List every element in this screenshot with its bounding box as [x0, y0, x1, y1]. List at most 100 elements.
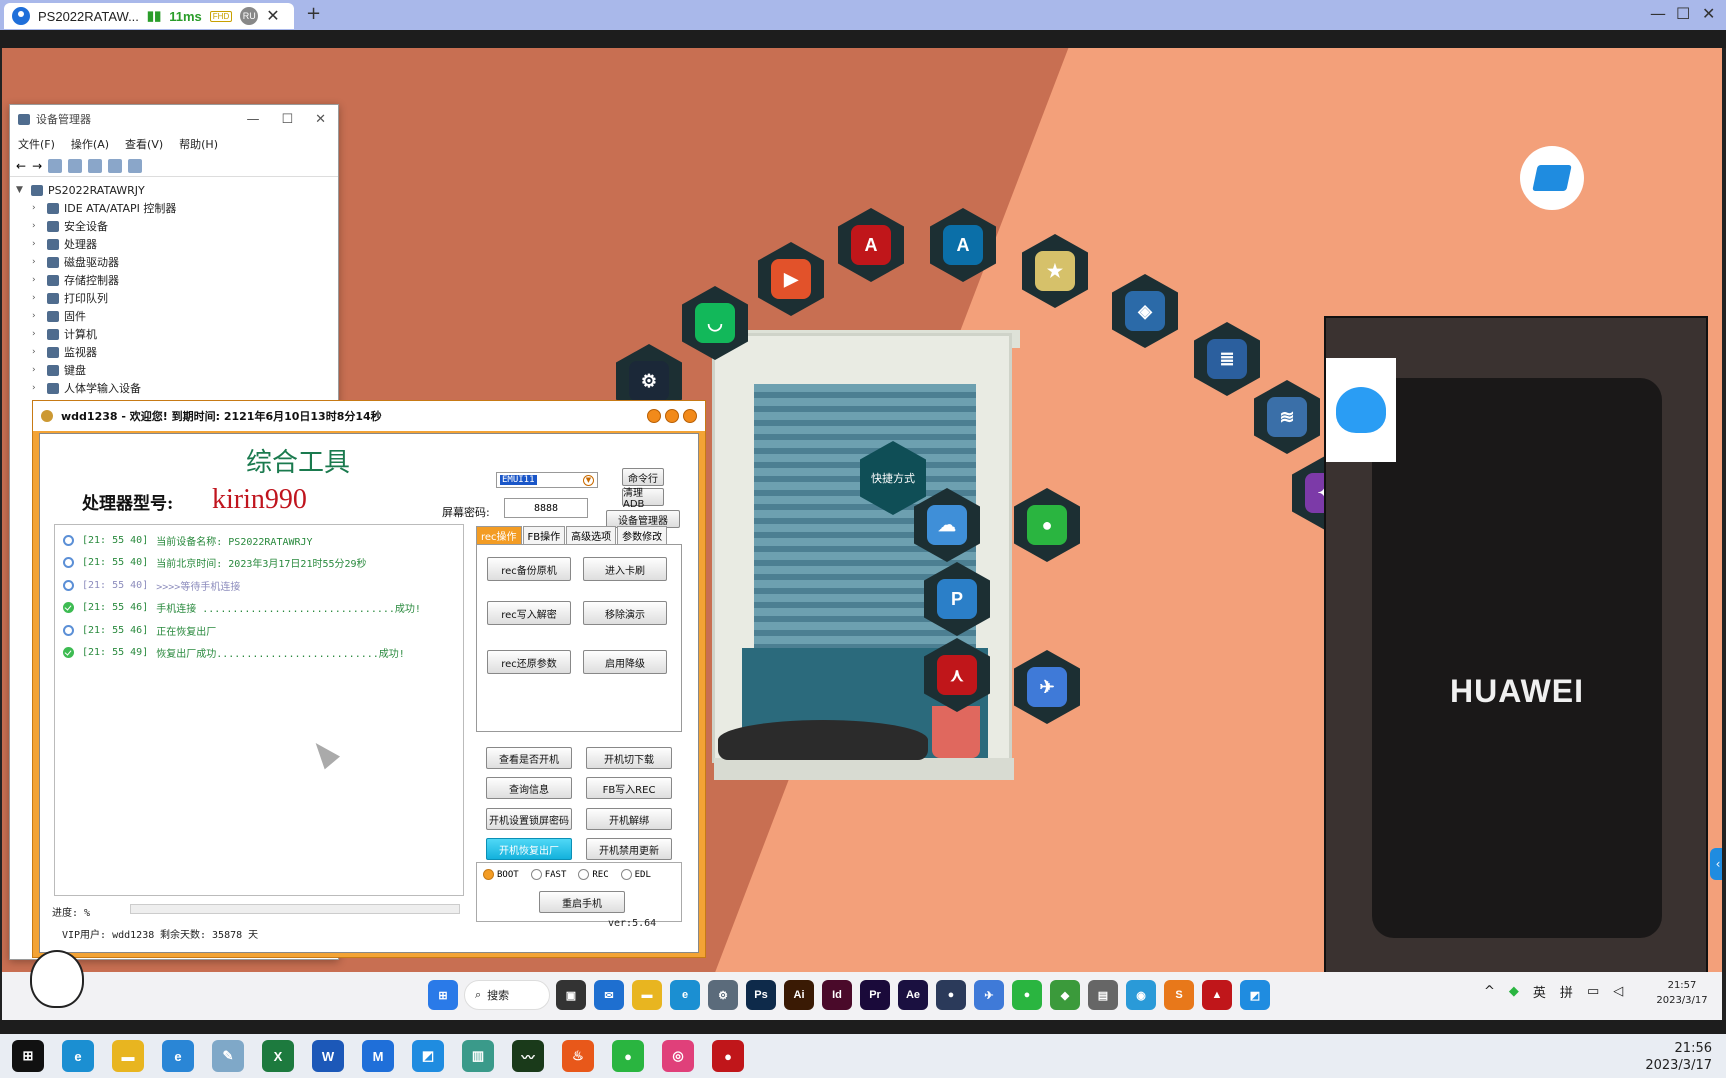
chevron-right-icon[interactable]: › — [32, 383, 42, 393]
file-explorer-icon[interactable]: ▬ — [632, 980, 662, 1010]
chevron-right-icon[interactable]: › — [32, 347, 42, 357]
sublime-icon[interactable]: S — [1164, 980, 1194, 1010]
disable-update-button[interactable]: 开机禁用更新 — [586, 838, 672, 860]
chevron-right-icon[interactable]: › — [32, 257, 42, 267]
chevron-right-icon[interactable]: › — [32, 311, 42, 321]
forward-icon[interactable]: → — [32, 159, 42, 173]
tree-item[interactable]: › 安全设备 — [16, 217, 338, 235]
fire-app-icon[interactable]: ♨ — [562, 1040, 594, 1072]
wechat-icon[interactable]: ● — [1012, 980, 1042, 1010]
meeting-icon[interactable]: M — [362, 1040, 394, 1072]
minimize-icon[interactable] — [647, 409, 661, 423]
todesk-logo[interactable] — [1520, 146, 1584, 210]
start-icon[interactable]: ⊞ — [428, 980, 458, 1010]
tree-item[interactable]: › 存储控制器 — [16, 271, 338, 289]
quality-badge[interactable]: FHD — [209, 10, 233, 22]
rec-backup-button[interactable]: rec备份原机 — [487, 557, 571, 581]
new-tab-icon[interactable]: + — [306, 3, 321, 24]
volume-icon[interactable]: ◁ — [1613, 984, 1623, 999]
monitor-icon[interactable] — [128, 158, 143, 173]
tool-app-icon[interactable]: ▲ — [1202, 980, 1232, 1010]
radio-edl[interactable]: EDL — [620, 869, 651, 880]
file-explorer-icon[interactable]: ▬ — [112, 1040, 144, 1072]
tab-params[interactable]: 参数修改 — [617, 526, 668, 544]
model-select[interactable]: EMUI11 ▼ — [496, 472, 598, 488]
barcode-app-icon[interactable]: ▥ — [462, 1040, 494, 1072]
maximize-icon[interactable] — [665, 409, 679, 423]
enter-flash-button[interactable]: 进入卡刷 — [583, 557, 667, 581]
set-lock-password-button[interactable]: 开机设置锁屏密码 — [486, 808, 572, 830]
client-tab[interactable]: PS2022RATAW... ▮▮ 11ms FHD RU ✕ — [4, 3, 294, 29]
green-app-icon[interactable]: ◆ — [1050, 980, 1080, 1010]
settings-icon[interactable]: ⚙ — [708, 980, 738, 1010]
maximize-icon[interactable]: ☐ — [281, 112, 293, 127]
back-icon[interactable]: ← — [16, 159, 26, 173]
premiere-icon[interactable]: Pr — [860, 980, 890, 1010]
ime-pinyin-label[interactable]: 拼 — [1560, 982, 1573, 1001]
record-icon[interactable]: ● — [712, 1040, 744, 1072]
fb-write-rec-button[interactable]: FB写入REC — [586, 777, 672, 799]
tab-rec[interactable]: rec操作 — [476, 526, 522, 544]
help-icon[interactable] — [68, 158, 83, 173]
close-window-icon[interactable]: ✕ — [1702, 4, 1715, 23]
chevron-right-icon[interactable]: › — [32, 239, 42, 249]
chevron-right-icon[interactable]: › — [32, 293, 42, 303]
mail-icon[interactable]: ✉ — [594, 980, 624, 1010]
tree-item[interactable]: › IDE ATA/ATAPI 控制器 — [16, 199, 338, 217]
factory-reset-button[interactable]: 开机恢复出厂 — [486, 838, 572, 860]
tree-item[interactable]: › 处理器 — [16, 235, 338, 253]
tray-expand-icon[interactable]: ^ — [1484, 984, 1495, 999]
side-panel-tab[interactable]: ‹ — [1710, 848, 1722, 880]
tree-root[interactable]: ▼ PS2022RATAWRJY — [16, 181, 338, 199]
tab-fb[interactable]: FB操作 — [522, 526, 566, 544]
enable-downgrade-button[interactable]: 启用降级 — [583, 650, 667, 674]
check-boot-button[interactable]: 查看是否开机 — [486, 747, 572, 769]
maximize-icon[interactable]: ☐ — [1676, 4, 1690, 23]
ie-icon[interactable]: e — [162, 1040, 194, 1072]
wechat-icon[interactable]: ● — [612, 1040, 644, 1072]
chevron-down-icon[interactable]: ▼ — [583, 474, 594, 486]
close-icon[interactable] — [683, 409, 697, 423]
rec-restore-params-button[interactable]: rec还原参数 — [487, 650, 571, 674]
menu-view[interactable]: 查看(V) — [125, 136, 163, 152]
chevron-right-icon[interactable]: › — [32, 275, 42, 285]
indesign-icon[interactable]: Id — [822, 980, 852, 1010]
unbind-button[interactable]: 开机解绑 — [586, 808, 672, 830]
start-icon[interactable]: ⊞ — [12, 1040, 44, 1072]
todesk-icon[interactable]: ◩ — [412, 1040, 444, 1072]
edge-icon[interactable]: e — [670, 980, 700, 1010]
close-tab-icon[interactable]: ✕ — [266, 6, 279, 26]
tree-item[interactable]: › 键盘 — [16, 361, 338, 379]
radio-rec[interactable]: REC — [578, 869, 609, 880]
pink-app-icon[interactable]: ◎ — [662, 1040, 694, 1072]
ime-english-label[interactable]: 英 — [1533, 982, 1546, 1001]
printer-app-icon[interactable]: ▤ — [1088, 980, 1118, 1010]
view-icon[interactable] — [88, 158, 103, 173]
tray-app-icon[interactable]: ◆ — [1509, 984, 1519, 999]
word-icon[interactable]: W — [312, 1040, 344, 1072]
after-effects-icon[interactable]: Ae — [898, 980, 928, 1010]
query-info-button[interactable]: 查询信息 — [486, 777, 572, 799]
task-view-icon[interactable]: ▣ — [556, 980, 586, 1010]
scan-icon[interactable] — [108, 158, 123, 173]
tree-item[interactable]: › 计算机 — [16, 325, 338, 343]
menu-help[interactable]: 帮助(H) — [179, 136, 218, 152]
properties-icon[interactable] — [48, 158, 63, 173]
todesk-icon[interactable]: ◩ — [1240, 980, 1270, 1010]
app-sphere-icon[interactable]: ● — [936, 980, 966, 1010]
chevron-down-icon[interactable]: ▼ — [16, 185, 26, 195]
remote-clock[interactable]: 21:57 2023/3/17 — [1650, 978, 1714, 1008]
local-clock[interactable]: 21:56 2023/3/17 — [1640, 1040, 1720, 1074]
minimize-icon[interactable]: — — [246, 112, 259, 127]
minimize-icon[interactable]: — — [1650, 4, 1666, 23]
feishu-icon[interactable]: ✈ — [974, 980, 1004, 1010]
chevron-right-icon[interactable]: › — [32, 329, 42, 339]
tree-item[interactable]: › 固件 — [16, 307, 338, 325]
excel-icon[interactable]: X — [262, 1040, 294, 1072]
tree-item[interactable]: › 磁盘驱动器 — [16, 253, 338, 271]
tree-item[interactable]: › 监视器 — [16, 343, 338, 361]
notepad-icon[interactable]: ✎ — [212, 1040, 244, 1072]
menu-file[interactable]: 文件(F) — [18, 136, 55, 152]
illustrator-icon[interactable]: Ai — [784, 980, 814, 1010]
region-badge[interactable]: RU — [240, 7, 259, 25]
